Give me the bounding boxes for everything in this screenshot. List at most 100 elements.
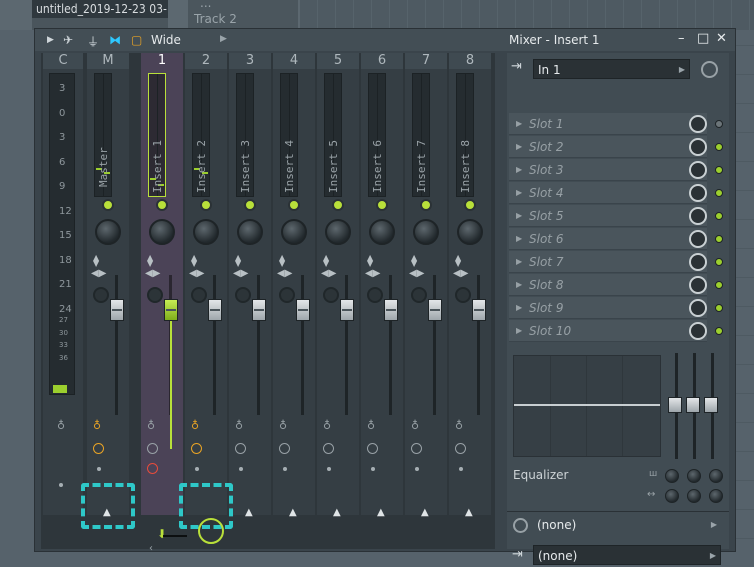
slot-arrow-icon[interactable]: ▶ <box>516 303 522 312</box>
slot-arrow-icon[interactable]: ▶ <box>516 188 522 197</box>
strip-insert-5[interactable]: Insert 5 ▲ ▼ ◀▶ ♁ ▲ <box>317 69 359 518</box>
slot-mix-knob[interactable] <box>689 299 707 317</box>
minimize-button[interactable]: – <box>678 31 685 46</box>
stereo-separation-icon[interactable]: ▲ ▼ <box>235 254 241 268</box>
snap-icon[interactable]: ✈ <box>63 33 73 47</box>
slot-arrow-icon[interactable]: ▶ <box>516 257 522 266</box>
arm-disk-icon[interactable]: ♁ <box>147 419 155 432</box>
separation-knob[interactable] <box>93 287 109 303</box>
pan-knob[interactable] <box>149 219 175 245</box>
header-insert-8[interactable]: 8 <box>449 53 491 69</box>
input-select[interactable]: In 1 ▶ <box>533 59 690 79</box>
swap-lr-icon[interactable]: ◀▶ <box>189 268 204 279</box>
strip-master[interactable]: Master ▲ ▼ ◀▶ ♁ ▲ <box>87 69 129 518</box>
strip-insert-6[interactable]: Insert 6 ▲ ▼ ◀▶ ♁ ▲ <box>361 69 403 518</box>
slot-enable-led[interactable] <box>715 327 723 335</box>
strip-name[interactable]: Insert 5 <box>327 140 340 193</box>
link-dot[interactable] <box>239 467 243 471</box>
pan-knob[interactable] <box>413 219 439 245</box>
latency-clock-icon[interactable] <box>367 443 378 454</box>
stereo-separation-icon[interactable]: ▲ ▼ <box>323 254 329 268</box>
eq-freq-knob-2[interactable] <box>687 489 701 503</box>
arm-disk-icon[interactable]: ♁ <box>323 419 331 432</box>
view-square-icon[interactable]: ▢ <box>131 33 142 47</box>
mute-toggle[interactable] <box>244 199 256 211</box>
route-up-icon[interactable]: ▲ <box>421 507 429 518</box>
separation-knob[interactable] <box>279 287 295 303</box>
eq-gain-knob-1[interactable] <box>665 469 679 483</box>
scroll-left-icon[interactable]: ‹ <box>149 543 153 554</box>
volume-fader[interactable] <box>472 299 486 321</box>
strip-name[interactable]: Insert 4 <box>283 140 296 193</box>
volume-fader[interactable] <box>340 299 354 321</box>
latency-clock-icon[interactable] <box>191 443 202 454</box>
pan-knob[interactable] <box>457 219 483 245</box>
header-insert-2[interactable]: 2 <box>185 53 227 69</box>
separation-knob[interactable] <box>191 287 207 303</box>
stereo-separation-icon[interactable]: ▲ ▼ <box>455 254 461 268</box>
header-insert-4[interactable]: 4 <box>273 53 315 69</box>
close-button[interactable]: ✕ <box>716 31 727 46</box>
fx-slot[interactable]: ▶ Slot 10 <box>509 320 707 342</box>
fx-slot[interactable]: ▶ Slot 2 <box>509 136 707 158</box>
slot-arrow-icon[interactable]: ▶ <box>516 165 522 174</box>
eq-graph[interactable] <box>513 355 661 457</box>
volume-fader[interactable] <box>384 299 398 321</box>
latency-clock-icon[interactable] <box>701 61 718 78</box>
strip-insert-4[interactable]: Insert 4 ▲ ▼ ◀▶ ♁ ▲ <box>273 69 315 518</box>
slot-mix-knob[interactable] <box>689 207 707 225</box>
stereo-separation-icon[interactable]: ▲ ▼ <box>93 254 99 268</box>
eq-freq-knob-1[interactable] <box>665 489 679 503</box>
header-insert-7[interactable]: 7 <box>405 53 447 69</box>
slot-mix-knob[interactable] <box>689 230 707 248</box>
strip-name[interactable]: Insert 2 <box>195 140 208 193</box>
swap-lr-icon[interactable]: ◀▶ <box>145 268 160 279</box>
link-dot[interactable] <box>97 467 101 471</box>
mixer-titlebar[interactable]: ▶ ✈ ⏚ ⧓ ▢ Wide ▶ Mixer - Insert 1 – □ ✕ <box>35 29 735 51</box>
slot-mix-knob[interactable] <box>689 161 707 179</box>
pan-knob[interactable] <box>193 219 219 245</box>
latency-clock-icon[interactable] <box>235 443 246 454</box>
fx-slot[interactable]: ▶ Slot 5 <box>509 205 707 227</box>
volume-fader[interactable] <box>208 299 222 321</box>
arm-disk-icon[interactable]: ♁ <box>279 419 287 432</box>
slot-mix-knob[interactable] <box>689 184 707 202</box>
stereo-separation-icon[interactable]: ▲ ▼ <box>191 254 197 268</box>
route-up-icon[interactable]: ▲ <box>465 507 473 518</box>
eq-freq-knob-3[interactable] <box>709 489 723 503</box>
mute-toggle[interactable] <box>156 199 168 211</box>
slot-enable-led[interactable] <box>715 304 723 312</box>
output-select[interactable]: (none) ▶ <box>533 545 721 565</box>
strip-name[interactable]: Insert 3 <box>239 140 252 193</box>
volume-fader[interactable] <box>252 299 266 321</box>
menu-arrow-icon[interactable]: ▶ <box>47 35 54 45</box>
latency-clock-icon[interactable] <box>455 443 466 454</box>
horizontal-scrollbar[interactable] <box>163 535 187 537</box>
stereo-separation-icon[interactable]: ▲ ▼ <box>411 254 417 268</box>
route-up-icon[interactable]: ▲ <box>289 507 297 518</box>
swap-lr-icon[interactable]: ◀▶ <box>321 268 336 279</box>
slot-mix-knob[interactable] <box>689 115 707 133</box>
view-mode-arrow-icon[interactable]: ▶ <box>220 34 227 44</box>
link-dot[interactable] <box>371 467 375 471</box>
arm-disk-icon[interactable]: ♁ <box>367 419 375 432</box>
project-tab[interactable]: untitled_2019-12-23 03-... <box>32 0 168 18</box>
mute-toggle[interactable] <box>464 199 476 211</box>
eq-band-3-fader[interactable] <box>704 397 718 413</box>
slot-arrow-icon[interactable]: ▶ <box>516 234 522 243</box>
strip-insert-3[interactable]: Insert 3 ▲ ▼ ◀▶ ♁ ▲ <box>229 69 271 518</box>
eq-band-2-fader[interactable] <box>686 397 700 413</box>
strip-name[interactable]: Insert 8 <box>459 140 472 193</box>
stereo-separation-icon[interactable]: ▲ ▼ <box>367 254 373 268</box>
strip-name[interactable]: Insert 7 <box>415 140 428 193</box>
mute-toggle[interactable] <box>200 199 212 211</box>
slot-arrow-icon[interactable]: ▶ <box>516 211 522 220</box>
swap-lr-icon[interactable]: ◀▶ <box>453 268 468 279</box>
pan-knob[interactable] <box>369 219 395 245</box>
eq-gain-knob-2[interactable] <box>687 469 701 483</box>
swap-lr-icon[interactable]: ◀▶ <box>277 268 292 279</box>
route-up-icon[interactable]: ▲ <box>377 507 385 518</box>
slot-arrow-icon[interactable]: ▶ <box>516 326 522 335</box>
strip-insert-8[interactable]: Insert 8 ▲ ▼ ◀▶ ♁ ▲ <box>449 69 491 518</box>
pan-knob[interactable] <box>237 219 263 245</box>
